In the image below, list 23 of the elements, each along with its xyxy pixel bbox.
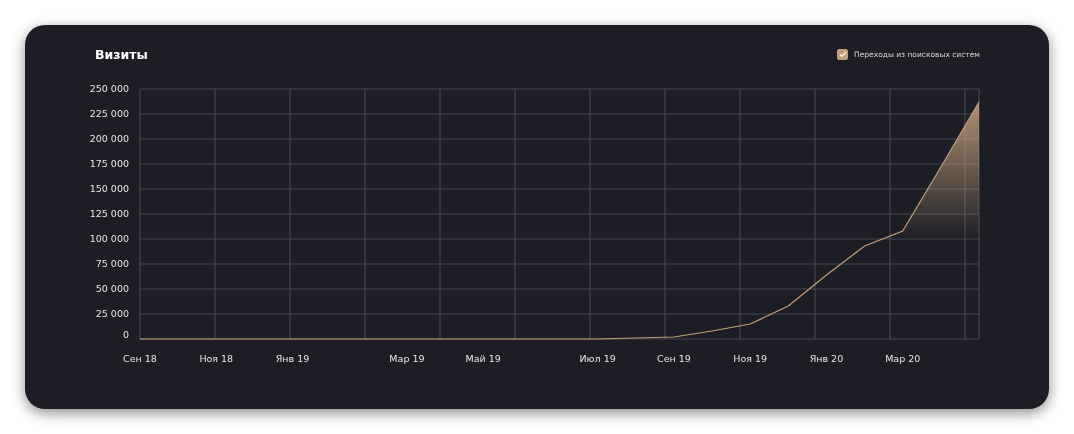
y-axis-label: 175 000 <box>89 158 129 169</box>
y-axis-label: 75 000 <box>95 258 129 269</box>
x-axis-label: Сен 18 <box>123 353 157 364</box>
x-axis-label: Янв 19 <box>275 353 310 364</box>
y-axis-label: 50 000 <box>95 283 129 294</box>
x-axis-label: Мар 19 <box>389 353 425 364</box>
x-axis-label: Ноя 19 <box>733 353 768 364</box>
y-axis-label: 200 000 <box>89 133 129 144</box>
y-axis-label: 150 000 <box>89 183 129 194</box>
y-axis-label: 25 000 <box>95 308 129 319</box>
x-axis-label: Мар 20 <box>885 353 921 364</box>
x-axis-label: Ноя 18 <box>199 353 234 364</box>
y-axis-label: 0 <box>122 329 129 340</box>
y-axis-label: 125 000 <box>89 208 129 219</box>
chart-title: Визиты <box>95 47 148 62</box>
y-axis-label: 225 000 <box>89 108 129 119</box>
y-axis-label: 250 000 <box>89 83 129 94</box>
legend-checkbox[interactable] <box>837 49 849 60</box>
y-axis-label: 100 000 <box>89 233 129 244</box>
x-axis-label: Июл 19 <box>579 353 616 364</box>
x-axis-label: Янв 20 <box>809 353 844 364</box>
x-axis-label: Сен 19 <box>657 353 691 364</box>
x-axis-label: Май 19 <box>465 353 501 364</box>
